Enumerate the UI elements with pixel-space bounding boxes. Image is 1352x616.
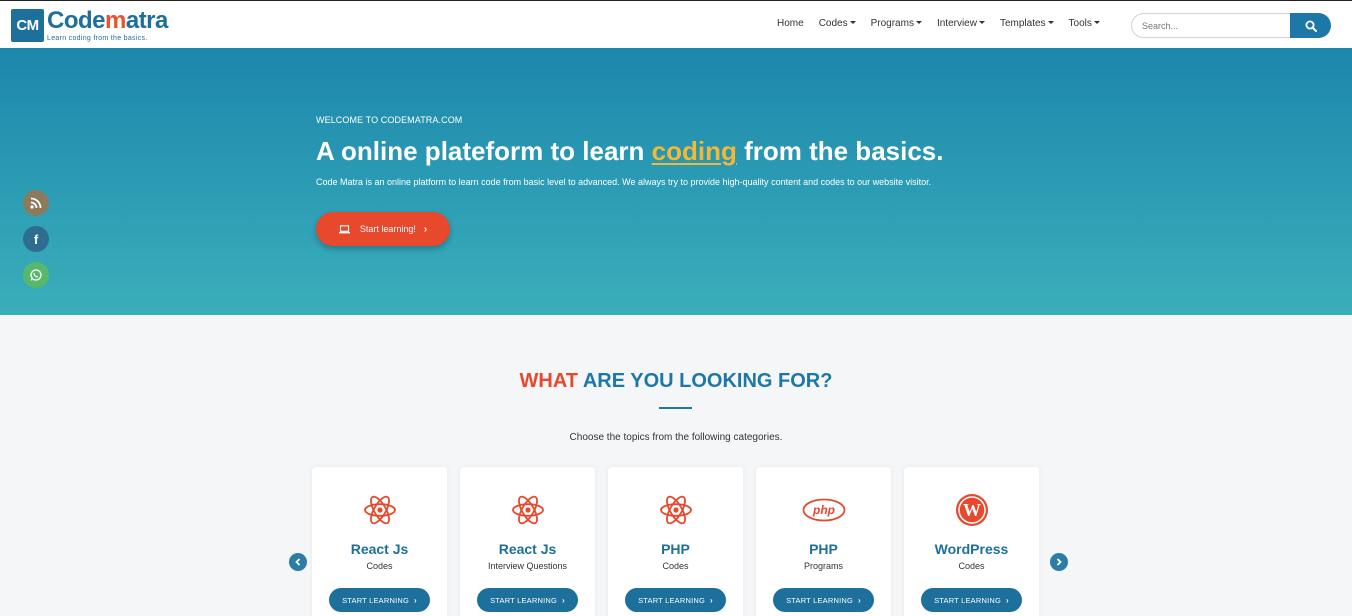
rss-button[interactable]: [23, 190, 49, 216]
card-start-button[interactable]: START LEARNING ›: [625, 588, 726, 612]
navbar: CM Codematra Learn coding from the basic…: [0, 0, 1352, 48]
rss-icon: [30, 197, 42, 209]
card-title: React Js: [350, 541, 409, 557]
hero-title-end: from the basics.: [736, 136, 944, 166]
card-subtitle: Codes: [958, 561, 985, 571]
card-button-label: START LEARNING: [490, 595, 558, 605]
search-icon: [1305, 20, 1317, 32]
hero-banner: f WELCOME TO CODEMATRA.COM A online plat…: [0, 48, 1352, 315]
facebook-button[interactable]: f: [23, 226, 49, 252]
start-learning-button[interactable]: Start learning! ›: [316, 212, 450, 246]
card-button-label: START LEARNING: [638, 595, 706, 605]
card-title: PHP: [661, 541, 690, 557]
logo-wordmark: Codematra: [47, 9, 168, 33]
card-subtitle: Codes: [366, 561, 393, 571]
card-title: PHP: [809, 541, 838, 557]
svg-text:php: php: [812, 503, 835, 517]
nav-label: Tools: [1068, 18, 1092, 29]
nav-label: Home: [777, 18, 804, 29]
whatsapp-button[interactable]: [23, 262, 49, 288]
chevron-right-icon: ›: [710, 595, 713, 605]
nav-item-tools[interactable]: Tools: [1069, 18, 1100, 29]
chevron-right-icon: ›: [414, 595, 417, 605]
caret-down-icon: [915, 21, 922, 24]
chevron-left-icon: [295, 558, 301, 566]
main-nav: Home Codes Programs Interview Templates …: [777, 18, 1100, 29]
whatsapp-icon: [30, 269, 42, 281]
carousel-next-button[interactable]: [1050, 553, 1068, 571]
nav-item-codes[interactable]: Codes: [819, 18, 856, 29]
caret-down-icon: [849, 21, 856, 24]
hero-title-highlight: coding: [651, 136, 737, 166]
section-title: WHAT ARE YOU LOOKING FOR?: [0, 370, 1352, 393]
section-title-rest: ARE YOU LOOKING FOR?: [578, 370, 833, 392]
chevron-right-icon: [1056, 558, 1062, 566]
php-icon: php: [756, 493, 891, 527]
nav-item-templates[interactable]: Templates: [1000, 18, 1054, 29]
chevron-right-icon: ›: [423, 223, 428, 235]
nav-item-programs[interactable]: Programs: [871, 18, 922, 29]
card-title: React Js: [498, 541, 557, 557]
react-icon: [608, 493, 743, 527]
card-button-label: START LEARNING: [786, 595, 854, 605]
start-learning-label: Start learning!: [359, 224, 416, 234]
chevron-right-icon: ›: [562, 595, 565, 605]
nav-label: Interview: [936, 18, 977, 29]
nav-item-interview[interactable]: Interview: [937, 18, 985, 29]
logo-word-atra: atra: [125, 7, 169, 34]
topic-card-php-codes[interactable]: PHP Codes START LEARNING ›: [608, 467, 743, 616]
search-button[interactable]: [1290, 13, 1331, 38]
card-start-button[interactable]: START LEARNING ›: [329, 588, 430, 612]
section-title-accent: WHAT: [519, 370, 579, 392]
hero-kicker: WELCOME TO CODEMATRA.COM: [316, 115, 463, 125]
svg-text:W: W: [963, 500, 981, 520]
hero-description: Code Matra is an online platform to lear…: [316, 177, 932, 187]
logo-badge: CM: [11, 9, 44, 42]
card-start-button[interactable]: START LEARNING ›: [921, 588, 1022, 612]
topic-card-react-codes[interactable]: React Js Codes START LEARNING ›: [312, 467, 447, 616]
card-title: WordPress: [934, 541, 1009, 557]
carousel-prev-button[interactable]: [289, 553, 307, 571]
logo-word-m: m: [105, 7, 126, 34]
nav-label: Codes: [818, 18, 848, 29]
search-form: [1131, 13, 1331, 38]
site-logo[interactable]: CM Codematra Learn coding from the basic…: [11, 9, 168, 43]
chevron-right-icon: ›: [858, 595, 861, 605]
logo-text: Codematra Learn coding from the basics.: [47, 9, 168, 43]
topic-card-react-interview[interactable]: React Js Interview Questions START LEARN…: [460, 467, 595, 616]
search-input[interactable]: [1131, 13, 1290, 38]
nav-item-home[interactable]: Home: [777, 18, 804, 29]
react-icon: [460, 493, 595, 527]
topic-card-php-programs[interactable]: php PHP Programs START LEARNING ›: [756, 467, 891, 616]
card-subtitle: Codes: [662, 561, 689, 571]
card-button-label: START LEARNING: [342, 595, 410, 605]
laptop-icon: [338, 224, 350, 234]
nav-label: Programs: [870, 18, 914, 29]
nav-label: Templates: [999, 18, 1046, 29]
card-subtitle: Programs: [803, 561, 843, 571]
topic-card-wordpress-codes[interactable]: W WordPress Codes START LEARNING ›: [904, 467, 1039, 616]
caret-down-icon: [1093, 21, 1100, 24]
facebook-icon: f: [33, 231, 39, 247]
title-divider: [659, 407, 692, 409]
logo-word-code: Code: [47, 7, 106, 34]
logo-tagline: Learn coding from the basics.: [47, 35, 148, 42]
section-subtitle: Choose the topics from the following cat…: [569, 432, 783, 443]
caret-down-icon: [978, 21, 985, 24]
react-icon: [312, 493, 447, 527]
hero-title-start: A online plateform to learn: [316, 136, 652, 166]
hero-title: A online plateform to learn coding from …: [316, 136, 943, 167]
card-subtitle: Interview Questions: [487, 561, 568, 571]
card-button-label: START LEARNING: [934, 595, 1002, 605]
wordpress-icon: W: [904, 493, 1039, 527]
chevron-right-icon: ›: [1006, 595, 1009, 605]
caret-down-icon: [1047, 21, 1054, 24]
card-start-button[interactable]: START LEARNING ›: [773, 588, 874, 612]
card-start-button[interactable]: START LEARNING ›: [477, 588, 578, 612]
